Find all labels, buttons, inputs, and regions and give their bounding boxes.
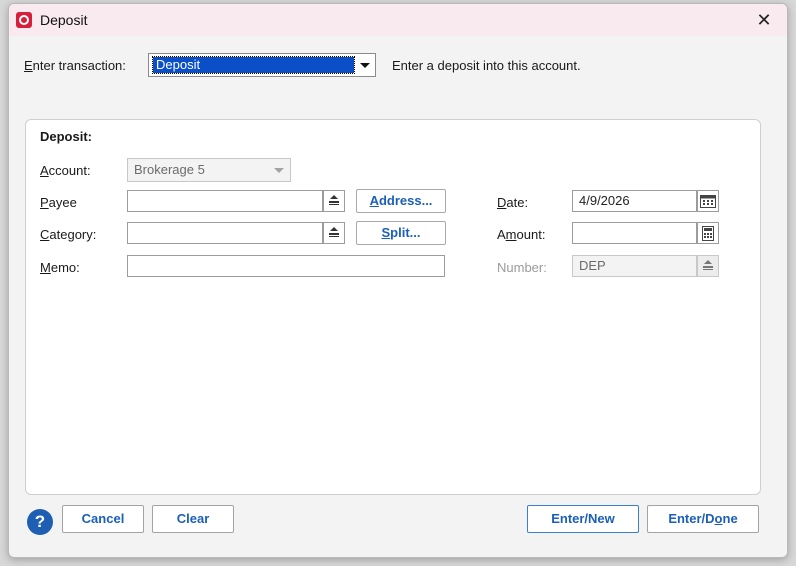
- account-label: Account:: [40, 163, 91, 178]
- calendar-icon: [700, 195, 716, 208]
- list-icon: [329, 227, 339, 237]
- deposit-panel: Deposit: Account: Brokerage 5 Payee Addr…: [25, 119, 761, 495]
- account-dropdown-arrow-icon: [274, 168, 284, 173]
- deposit-dialog: Deposit ✕ Enter transaction: Deposit Ent…: [8, 3, 788, 558]
- number-input[interactable]: DEP: [572, 255, 697, 277]
- help-icon[interactable]: ?: [27, 509, 53, 535]
- memo-label: Memo:: [40, 260, 80, 275]
- amount-input[interactable]: [572, 222, 697, 244]
- panel-heading: Deposit:: [40, 129, 92, 144]
- category-list-button[interactable]: [323, 222, 345, 244]
- enter-transaction-label: Enter transaction:: [24, 58, 126, 73]
- enter-done-button[interactable]: Enter/Done: [647, 505, 759, 533]
- quicken-logo-icon: [16, 12, 32, 28]
- account-select[interactable]: Brokerage 5: [127, 158, 291, 182]
- payee-label: Payee: [40, 195, 77, 210]
- transaction-description: Enter a deposit into this account.: [392, 58, 581, 73]
- payee-input[interactable]: [127, 190, 323, 212]
- category-label: Category:: [40, 227, 97, 242]
- transaction-type-select[interactable]: Deposit: [148, 53, 376, 77]
- list-icon: [329, 195, 339, 205]
- window-title: Deposit: [40, 12, 88, 28]
- amount-label: Amount:: [497, 227, 546, 242]
- split-button[interactable]: Split...: [356, 221, 446, 245]
- date-label: Date:: [497, 195, 529, 210]
- enter-new-button[interactable]: Enter/New: [527, 505, 639, 533]
- address-button[interactable]: Address...: [356, 189, 446, 213]
- dropdown-arrow-icon: [360, 63, 370, 68]
- calendar-button[interactable]: [697, 190, 719, 212]
- number-label: Number:: [497, 260, 547, 275]
- number-list-button[interactable]: [697, 255, 719, 277]
- date-input[interactable]: 4/9/2026: [572, 190, 697, 212]
- memo-input[interactable]: [127, 255, 445, 277]
- category-input[interactable]: [127, 222, 323, 244]
- title-bar: Deposit ✕: [9, 4, 787, 36]
- payee-list-button[interactable]: [323, 190, 345, 212]
- cancel-button[interactable]: Cancel: [62, 505, 144, 533]
- account-value: Brokerage 5: [134, 162, 205, 177]
- calculator-icon: [702, 225, 714, 241]
- transaction-type-value: Deposit: [152, 56, 355, 74]
- list-icon: [703, 260, 713, 270]
- clear-button[interactable]: Clear: [152, 505, 234, 533]
- close-button[interactable]: ✕: [749, 8, 779, 32]
- calculator-button[interactable]: [697, 222, 719, 244]
